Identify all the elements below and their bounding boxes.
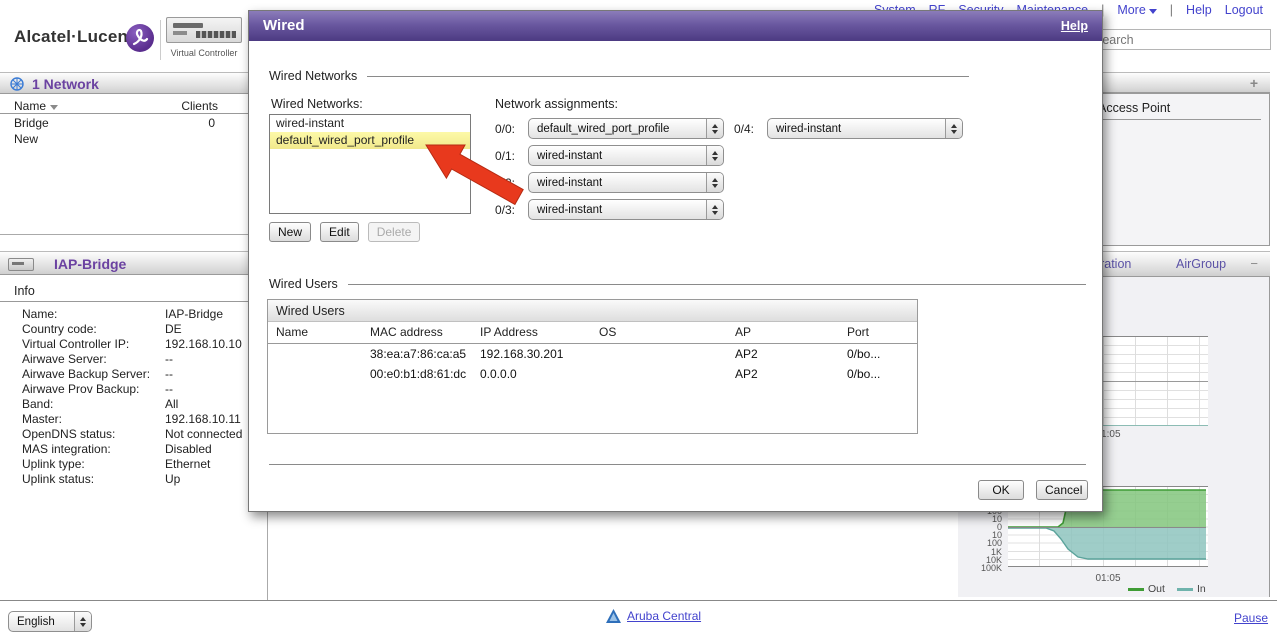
port-profile-select[interactable]: wired-instant <box>528 172 724 193</box>
add-button[interactable]: + <box>1250 75 1258 91</box>
port-profile-select[interactable]: wired-instant <box>528 199 724 220</box>
throughput-ytick: 100K <box>966 564 1002 572</box>
info-row: Band:All <box>22 397 264 412</box>
users-column-header: IP Address <box>472 322 591 343</box>
wired-network-item[interactable]: wired-instant <box>270 115 470 132</box>
wired-networks-list-label: Wired Networks: <box>271 97 363 111</box>
brand-logo-text: Alcatel·Lucent <box>14 27 134 47</box>
help-link[interactable]: Help <box>1186 3 1212 17</box>
info-row: Master:192.168.10.11 <box>22 412 264 427</box>
info-row: Uplink status:Up <box>22 472 264 487</box>
legend-out-swatch <box>1128 588 1144 591</box>
new-button[interactable]: New <box>269 222 311 242</box>
select-arrows-icon <box>74 612 91 631</box>
info-tab-underline <box>0 301 268 302</box>
port-profile-select[interactable]: default_wired_port_profile <box>528 118 724 139</box>
users-column-header: OS <box>591 322 727 343</box>
edit-button[interactable]: Edit <box>320 222 359 242</box>
table-row[interactable]: 38:ea:a7:86:ca:a5192.168.30.201 AP20/bo.… <box>268 344 917 364</box>
aruba-central: Aruba Central <box>606 609 701 623</box>
throughput-legend: Out In <box>1128 583 1206 595</box>
page: Alcatel·Lucent Virtual Controller System… <box>0 0 1277 634</box>
logout-link[interactable]: Logout <box>1225 3 1263 17</box>
nav-separator: | <box>1170 3 1173 17</box>
chevron-down-icon <box>1149 9 1157 14</box>
users-column-header: AP <box>727 322 839 343</box>
search-input[interactable] <box>1087 29 1271 50</box>
delete-button: Delete <box>368 222 421 242</box>
wired-dialog: Wired Help Wired Networks Wired Networks… <box>248 10 1103 512</box>
network-panel-title: 1 Network <box>32 76 99 92</box>
footer-divider <box>0 600 1277 601</box>
wired-networks-fieldset: Wired Networks <box>269 69 969 83</box>
aruba-logo-icon <box>606 609 621 623</box>
column-clients[interactable]: Clients <box>181 99 218 113</box>
network-row[interactable]: Bridge0 <box>0 115 268 131</box>
info-row: Name:IAP-Bridge <box>22 307 264 322</box>
alcatel-logo-icon <box>126 24 154 52</box>
port-profile-select[interactable]: wired-instant <box>767 118 963 139</box>
device-panel-header: IAP-Bridge <box>0 251 268 275</box>
port-assignment-row: 0/3: wired-instant <box>495 196 724 223</box>
more-menu[interactable]: More <box>1117 3 1156 17</box>
network-icon <box>9 76 25 92</box>
select-arrows-icon <box>706 119 723 138</box>
network-list-border <box>0 234 268 235</box>
info-row: Airwave Server:-- <box>22 352 264 367</box>
info-row: Airwave Backup Server:-- <box>22 367 264 382</box>
network-panel-header: 1 Network <box>0 72 268 94</box>
tab-info[interactable]: Info <box>14 284 35 298</box>
wired-dialog-titlebar: Wired Help <box>249 11 1102 41</box>
access-point-list-title: Access Point <box>1098 101 1170 115</box>
legend-in-swatch <box>1177 588 1193 591</box>
dialog-separator <box>269 464 1086 465</box>
virtual-controller-caption: Virtual Controller <box>164 48 244 58</box>
port-assignment-row: 0/4: wired-instant <box>734 115 963 142</box>
info-row: MAS integration:Disabled <box>22 442 264 457</box>
dialog-title: Wired <box>263 17 305 34</box>
network-columns: Name Clients <box>0 96 268 114</box>
pause-link[interactable]: Pause <box>1234 611 1268 625</box>
users-column-header: Port <box>839 322 917 343</box>
virtual-controller-image <box>166 17 242 43</box>
wired-users-table: Wired Users NameMAC addressIP AddressOSA… <box>267 299 918 434</box>
cancel-button[interactable]: Cancel <box>1036 480 1088 500</box>
network-row[interactable]: New <box>0 131 268 147</box>
column-name[interactable]: Name <box>14 99 58 113</box>
sort-arrow-icon <box>50 105 58 110</box>
tab-airgroup[interactable]: AirGroup <box>1176 257 1226 271</box>
port-profile-select[interactable]: wired-instant <box>528 145 724 166</box>
select-arrows-icon <box>945 119 962 138</box>
table-row[interactable]: 00:e0:b1:d8:61:dc0.0.0.0 AP20/bo... <box>268 364 917 384</box>
throughput-chart-xlabel: 01:05 <box>1088 573 1128 584</box>
users-column-header: MAC address <box>362 322 472 343</box>
network-assignments-label: Network assignments: <box>495 97 618 111</box>
port-assignment-row: 0/2: wired-instant <box>495 169 724 196</box>
aruba-central-link[interactable]: Aruba Central <box>627 609 701 623</box>
info-row: Virtual Controller IP:192.168.10.10 <box>22 337 264 352</box>
wired-users-table-title: Wired Users <box>268 300 917 322</box>
wired-users-fieldset: Wired Users <box>269 277 1086 291</box>
info-row: Country code:DE <box>22 322 264 337</box>
device-panel-title: IAP-Bridge <box>54 256 126 272</box>
info-row: Airwave Prov Backup:-- <box>22 382 264 397</box>
dialog-help-link[interactable]: Help <box>1061 19 1088 33</box>
info-row: OpenDNS status:Not connected <box>22 427 264 442</box>
select-arrows-icon <box>706 200 723 219</box>
info-row: Uplink type:Ethernet <box>22 457 264 472</box>
ok-button[interactable]: OK <box>978 480 1024 500</box>
collapse-button[interactable]: − <box>1250 256 1258 271</box>
port-assignment-row: 0/1: wired-instant <box>495 142 724 169</box>
header-divider <box>160 20 161 60</box>
port-assignment-row: 0/0: default_wired_port_profile <box>495 115 724 142</box>
select-arrows-icon <box>706 146 723 165</box>
annotation-arrow <box>421 139 529 211</box>
select-arrows-icon <box>706 173 723 192</box>
users-column-header: Name <box>268 322 362 343</box>
language-select[interactable]: English <box>8 611 92 632</box>
access-point-icon <box>8 258 34 271</box>
